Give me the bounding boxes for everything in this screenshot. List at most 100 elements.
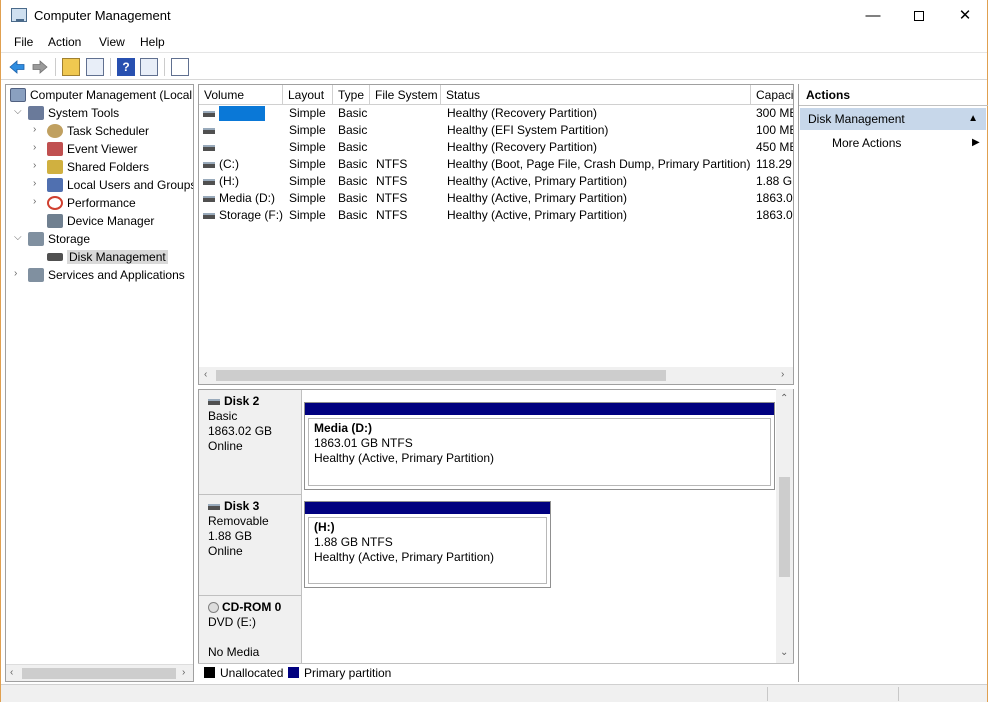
capacity-cell: 1863.01 bbox=[756, 191, 793, 205]
computer-management-icon bbox=[11, 8, 27, 22]
volume-name-cell: Media (D:) bbox=[219, 191, 276, 205]
up-folder-icon[interactable] bbox=[62, 58, 80, 76]
tree-item-system-tools[interactable]: ⌵ System Tools bbox=[14, 103, 119, 121]
users-icon bbox=[47, 177, 63, 192]
table-row[interactable]: Media (D:) Simple Basic NTFS Healthy (Ac… bbox=[199, 190, 793, 207]
partition-h[interactable]: (H:) 1.88 GB NTFS Healthy (Active, Prima… bbox=[304, 501, 551, 588]
volume-name-cell: (H:) bbox=[219, 174, 239, 188]
layout-cell: Simple bbox=[289, 208, 326, 222]
volume-list-horizontal-scrollbar[interactable]: ‹ › bbox=[199, 367, 793, 384]
column-layout[interactable]: Layout bbox=[283, 85, 333, 105]
status-cell: Healthy (Active, Primary Partition) bbox=[447, 208, 628, 222]
partition-details: Media (D:) 1863.01 GB NTFS Healthy (Acti… bbox=[308, 418, 771, 486]
computer-management-window: Computer Management — ✕ File Action View… bbox=[0, 0, 988, 702]
scroll-right-icon[interactable]: › bbox=[182, 667, 185, 678]
submenu-arrow-icon[interactable]: ▶ bbox=[972, 137, 980, 148]
menu-bar: File Action View Help bbox=[1, 31, 987, 53]
scroll-up-icon[interactable]: ⌃ bbox=[780, 393, 788, 404]
tree-item-performance[interactable]: › Performance bbox=[33, 193, 136, 211]
volume-icon bbox=[203, 212, 215, 219]
layout-cell: Simple bbox=[289, 174, 326, 188]
scroll-down-icon[interactable]: ⌄ bbox=[780, 647, 788, 658]
column-file-system[interactable]: File System bbox=[370, 85, 441, 105]
table-row[interactable]: Storage (F:) Simple Basic NTFS Healthy (… bbox=[199, 207, 793, 224]
minimize-button[interactable]: — bbox=[850, 0, 896, 31]
tools-icon bbox=[28, 105, 44, 120]
table-row[interactable]: Simple Basic Healthy (Recovery Partition… bbox=[199, 139, 793, 156]
properties-icon[interactable] bbox=[171, 58, 189, 76]
clock-icon bbox=[47, 123, 63, 138]
disk-kind: DVD (E:) bbox=[208, 615, 256, 629]
menu-action[interactable]: Action bbox=[48, 35, 81, 49]
scrollbar-thumb[interactable] bbox=[779, 477, 790, 577]
column-volume[interactable]: Volume bbox=[199, 85, 283, 105]
cd-rom-icon bbox=[208, 602, 219, 614]
chevron-right-icon[interactable]: › bbox=[33, 157, 36, 175]
partition-details: (H:) 1.88 GB NTFS Healthy (Active, Prima… bbox=[308, 517, 547, 584]
actions-pane: Actions Disk Management ▲ More Actions ▶ bbox=[798, 84, 988, 682]
menu-file[interactable]: File bbox=[14, 35, 33, 49]
forward-arrow-icon[interactable] bbox=[31, 58, 49, 76]
help-icon[interactable]: ? bbox=[117, 58, 135, 76]
scrollbar-thumb[interactable] bbox=[22, 668, 176, 679]
more-actions-item[interactable]: More Actions bbox=[832, 136, 901, 150]
chevron-right-icon[interactable]: › bbox=[14, 265, 17, 283]
menu-help[interactable]: Help bbox=[140, 35, 165, 49]
disk-icon bbox=[208, 398, 220, 405]
chevron-right-icon[interactable]: › bbox=[33, 139, 36, 157]
collapse-triangle-icon[interactable]: ▲ bbox=[968, 108, 978, 130]
status-cell: Healthy (EFI System Partition) bbox=[447, 123, 609, 137]
tree-root[interactable]: Computer Management (Local bbox=[10, 85, 192, 103]
actions-section-disk-management[interactable]: Disk Management ▲ bbox=[800, 108, 986, 130]
close-button[interactable]: ✕ bbox=[942, 0, 988, 31]
table-row[interactable]: (H:) Simple Basic NTFS Healthy (Active, … bbox=[199, 173, 793, 190]
scroll-left-icon[interactable]: ‹ bbox=[204, 369, 207, 380]
table-row[interactable]: Simple Basic Healthy (Recovery Partition… bbox=[199, 105, 793, 122]
chevron-down-icon[interactable]: ⌵ bbox=[14, 103, 22, 121]
table-row[interactable]: (C:) Simple Basic NTFS Healthy (Boot, Pa… bbox=[199, 156, 793, 173]
actions-title: Actions bbox=[799, 84, 988, 106]
tree-item-device-manager[interactable]: Device Manager bbox=[47, 211, 154, 229]
column-type[interactable]: Type bbox=[333, 85, 370, 105]
scroll-left-icon[interactable]: ‹ bbox=[10, 667, 13, 678]
primary-partition-bar bbox=[305, 502, 550, 514]
status-cell: Healthy (Recovery Partition) bbox=[447, 140, 598, 154]
tree-item-services-and-applications[interactable]: › Services and Applications bbox=[14, 265, 185, 283]
type-cell: Basic bbox=[338, 191, 368, 205]
chevron-right-icon[interactable]: › bbox=[33, 175, 36, 193]
back-arrow-icon[interactable] bbox=[8, 58, 26, 76]
view-icon[interactable] bbox=[140, 58, 158, 76]
volume-name-cell: Storage (F:) bbox=[219, 208, 283, 222]
volume-name-cell: (C:) bbox=[219, 157, 239, 171]
chevron-down-icon[interactable]: ⌵ bbox=[14, 229, 22, 247]
type-cell: Basic bbox=[338, 174, 368, 188]
scroll-right-icon[interactable]: › bbox=[781, 369, 784, 380]
tree-item-shared-folders[interactable]: › Shared Folders bbox=[33, 157, 149, 175]
volume-icon bbox=[203, 178, 215, 185]
partition-media-d[interactable]: Media (D:) 1863.01 GB NTFS Healthy (Acti… bbox=[304, 402, 775, 490]
chevron-right-icon[interactable]: › bbox=[33, 121, 36, 139]
tree-item-task-scheduler[interactable]: › Task Scheduler bbox=[33, 121, 149, 139]
disk-state: Online bbox=[208, 439, 243, 453]
table-row[interactable]: Simple Basic Healthy (EFI System Partiti… bbox=[199, 122, 793, 139]
tree-horizontal-scrollbar[interactable]: ‹ › bbox=[6, 664, 193, 681]
maximize-button[interactable] bbox=[896, 0, 942, 31]
disk-view-vertical-scrollbar[interactable]: ⌃ ⌄ bbox=[776, 389, 793, 663]
fs-cell: NTFS bbox=[376, 208, 408, 222]
tree-item-storage[interactable]: ⌵ Storage bbox=[14, 229, 90, 247]
menu-view[interactable]: View bbox=[99, 35, 125, 49]
disk-3-label[interactable]: Disk 3 Removable 1.88 GB Online bbox=[199, 495, 302, 596]
scrollbar-thumb[interactable] bbox=[216, 370, 666, 381]
disk-2-label[interactable]: Disk 2 Basic 1863.02 GB Online bbox=[199, 390, 302, 495]
column-status[interactable]: Status bbox=[441, 85, 751, 105]
layout-cell: Simple bbox=[289, 157, 326, 171]
column-capacity[interactable]: Capaci bbox=[751, 85, 793, 105]
chevron-right-icon[interactable]: › bbox=[33, 193, 36, 211]
tree-item-disk-management[interactable]: Disk Management bbox=[47, 247, 168, 265]
tree-item-local-users-and-groups[interactable]: › Local Users and Groups bbox=[33, 175, 193, 193]
primary-partition-bar bbox=[305, 403, 774, 415]
show-hide-tree-icon[interactable] bbox=[86, 58, 104, 76]
computer-icon bbox=[10, 87, 26, 102]
disk-state: No Media bbox=[208, 645, 260, 659]
tree-item-event-viewer[interactable]: › Event Viewer bbox=[33, 139, 137, 157]
